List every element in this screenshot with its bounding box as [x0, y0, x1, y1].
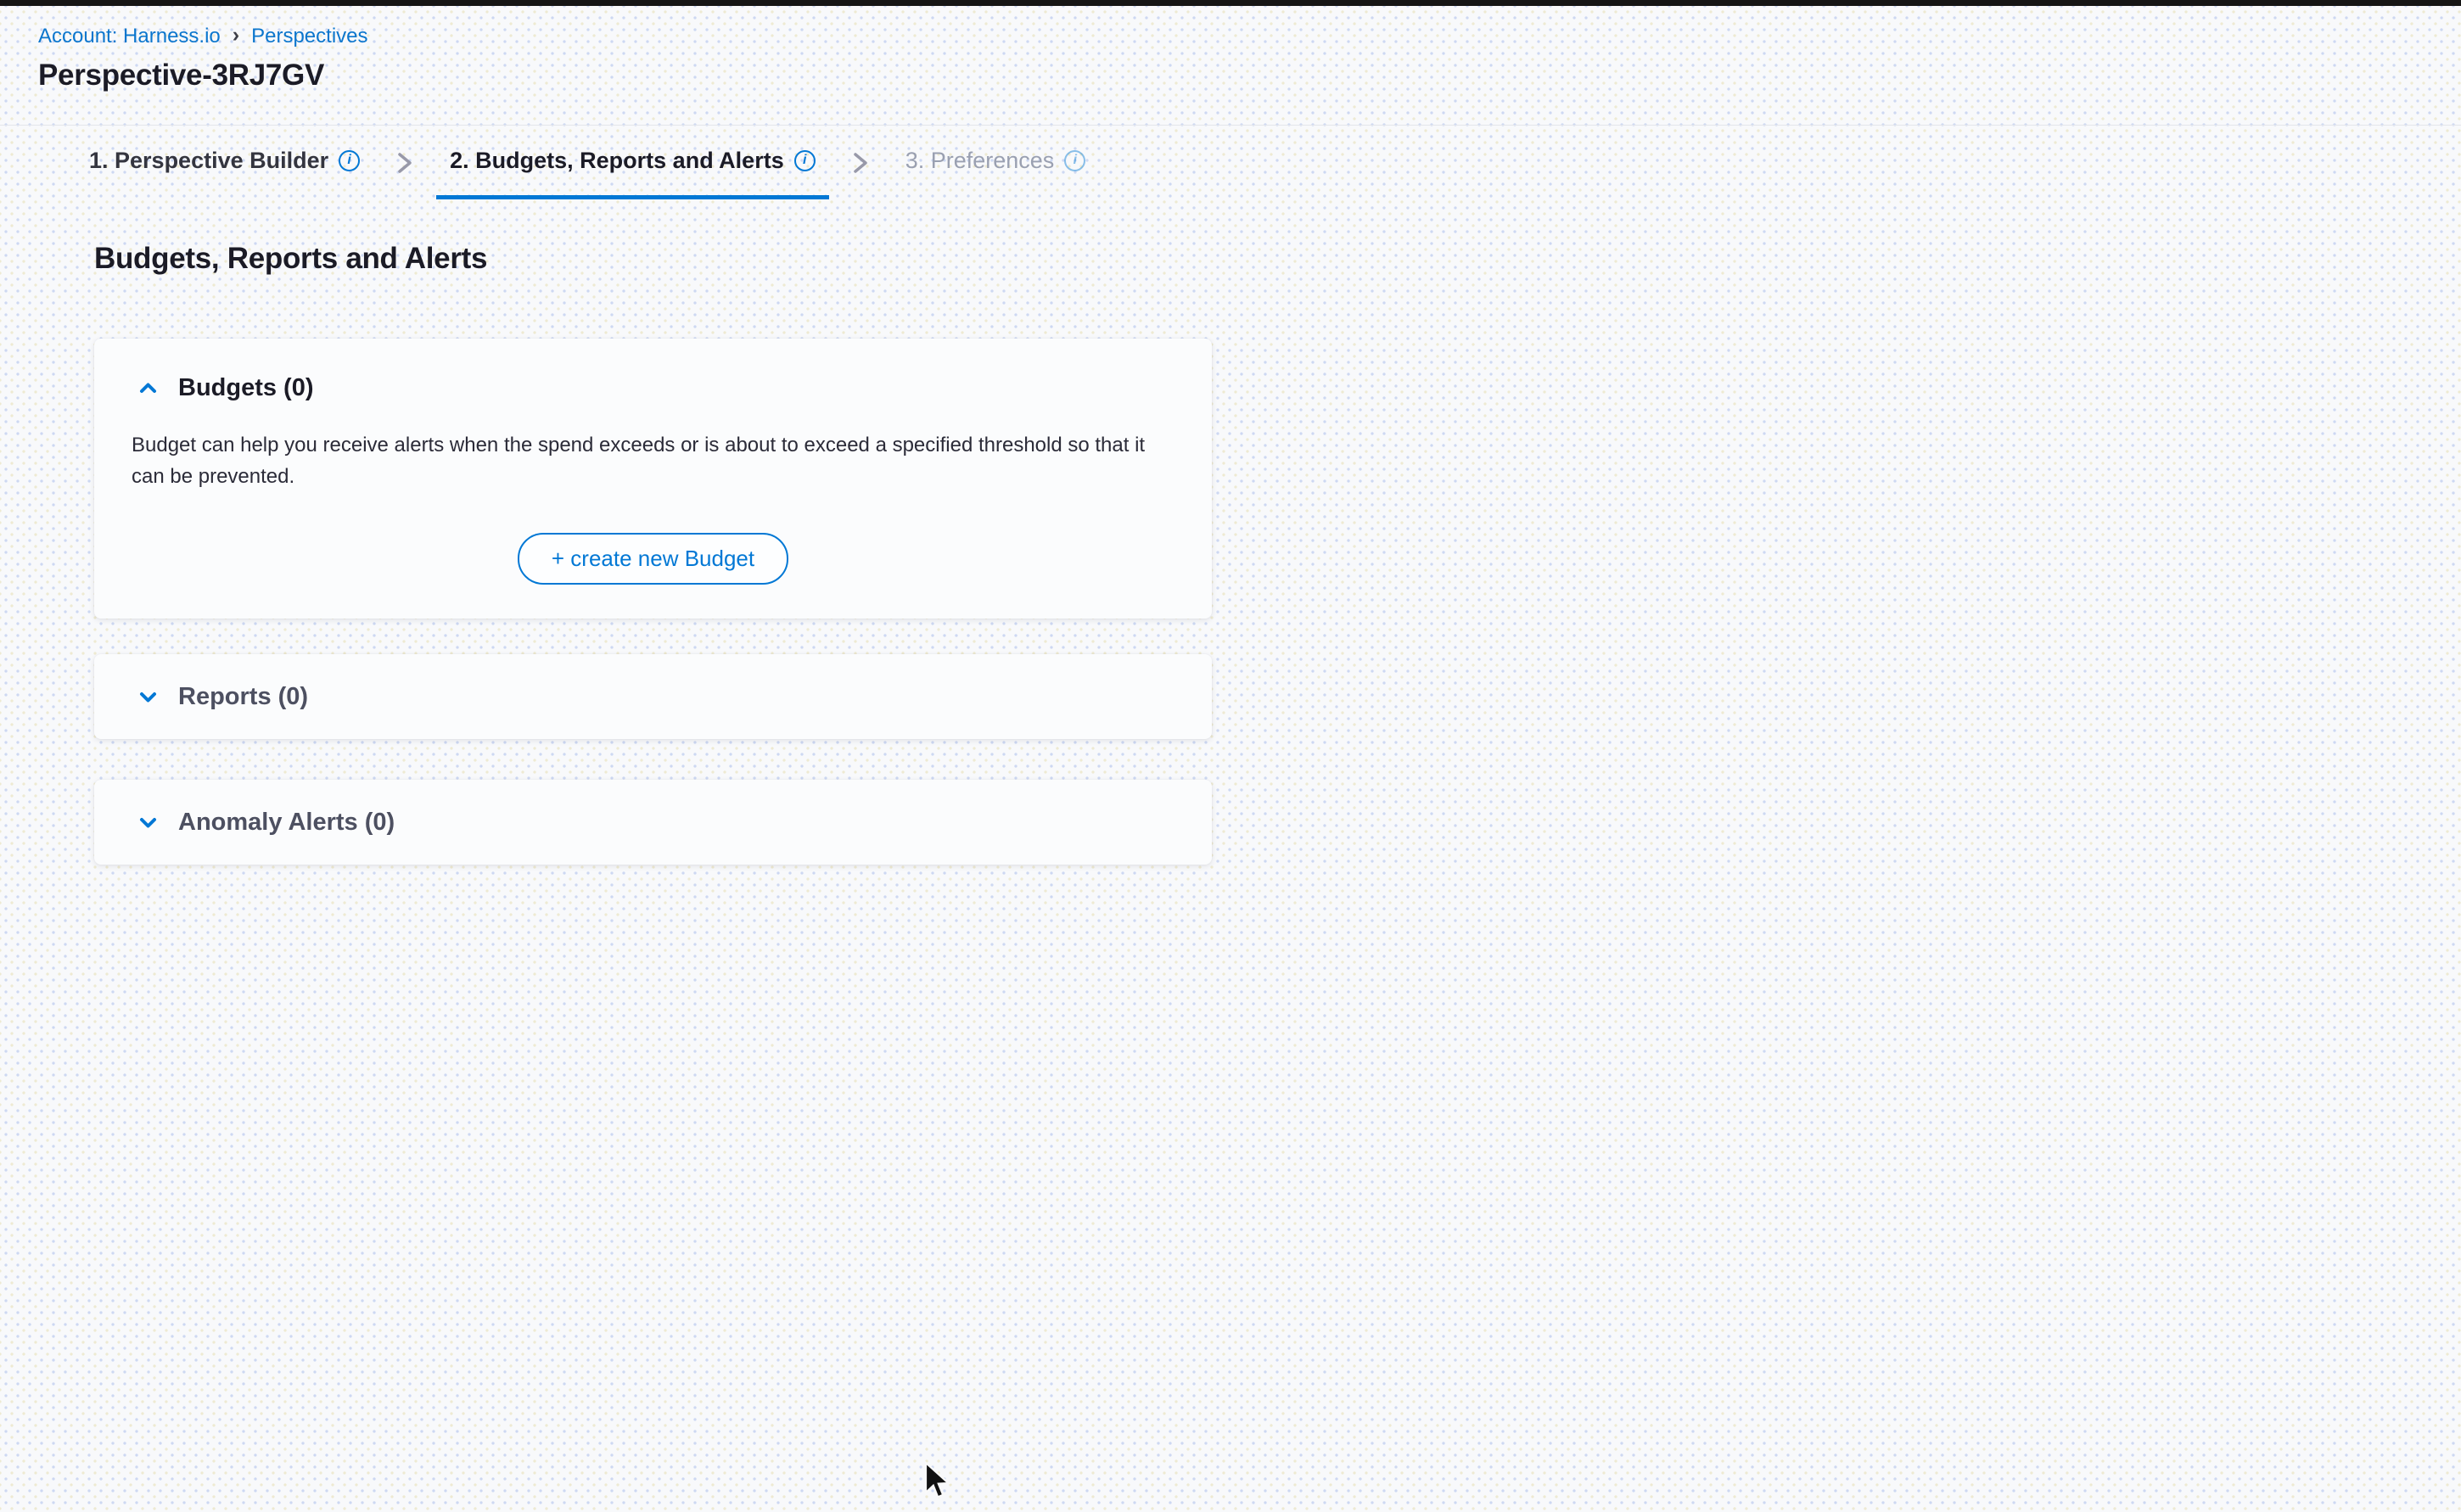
budgets-card: Budgets (0) Budget can help you receive … — [94, 339, 1212, 619]
budgets-description: Budget can help you receive alerts when … — [132, 429, 1171, 492]
create-new-budget-button[interactable]: + create new Budget — [518, 533, 788, 585]
info-icon[interactable]: i — [339, 150, 360, 171]
reports-card: Reports (0) — [94, 654, 1212, 739]
chevron-up-icon[interactable] — [137, 377, 160, 400]
breadcrumb-account-link[interactable]: Account: Harness.io — [38, 25, 221, 48]
tab-perspective-builder[interactable]: 1. Perspective Builder i — [76, 126, 373, 199]
info-icon[interactable]: i — [794, 150, 816, 171]
tab-perspective-builder-label: 1. Perspective Builder — [89, 148, 328, 174]
chevron-down-icon[interactable] — [137, 811, 160, 834]
tab-budgets-reports-alerts[interactable]: 2. Budgets, Reports and Alerts i — [436, 126, 829, 199]
chevron-down-icon[interactable] — [137, 686, 160, 708]
tab-preferences[interactable]: 3. Preferences i — [892, 126, 1100, 199]
reports-card-header[interactable]: Reports (0) — [137, 683, 308, 711]
breadcrumb-perspectives-link[interactable]: Perspectives — [251, 25, 367, 48]
wizard-step-tabs: 1. Perspective Builder i 2. Budgets, Rep… — [0, 126, 2461, 199]
breadcrumb-separator-icon: › — [233, 25, 239, 46]
budgets-card-title: Budgets (0) — [178, 374, 314, 402]
breadcrumb: Account: Harness.io › Perspectives — [38, 25, 2461, 48]
anomaly-alerts-card: Anomaly Alerts (0) — [94, 780, 1212, 865]
top-edge-bar — [0, 0, 2461, 6]
tab-preferences-label: 3. Preferences — [905, 148, 1055, 174]
step-separator-chevron-icon — [373, 126, 436, 199]
anomaly-alerts-card-title: Anomaly Alerts (0) — [178, 809, 395, 837]
anomaly-alerts-card-header[interactable]: Anomaly Alerts (0) — [137, 809, 395, 837]
mouse-cursor — [921, 1461, 955, 1502]
page-header: Account: Harness.io › Perspectives Persp… — [0, 6, 2461, 126]
section-heading: Budgets, Reports and Alerts — [94, 242, 2461, 276]
reports-card-title: Reports (0) — [178, 683, 308, 711]
info-icon[interactable]: i — [1064, 150, 1085, 171]
tab-budgets-reports-alerts-label: 2. Budgets, Reports and Alerts — [450, 148, 784, 174]
page-title: Perspective-3RJ7GV — [38, 59, 2461, 92]
main-content: Budgets, Reports and Alerts Budgets (0) … — [0, 199, 2461, 865]
budgets-card-header[interactable]: Budgets (0) — [137, 374, 1169, 402]
step-separator-chevron-icon — [829, 126, 892, 199]
